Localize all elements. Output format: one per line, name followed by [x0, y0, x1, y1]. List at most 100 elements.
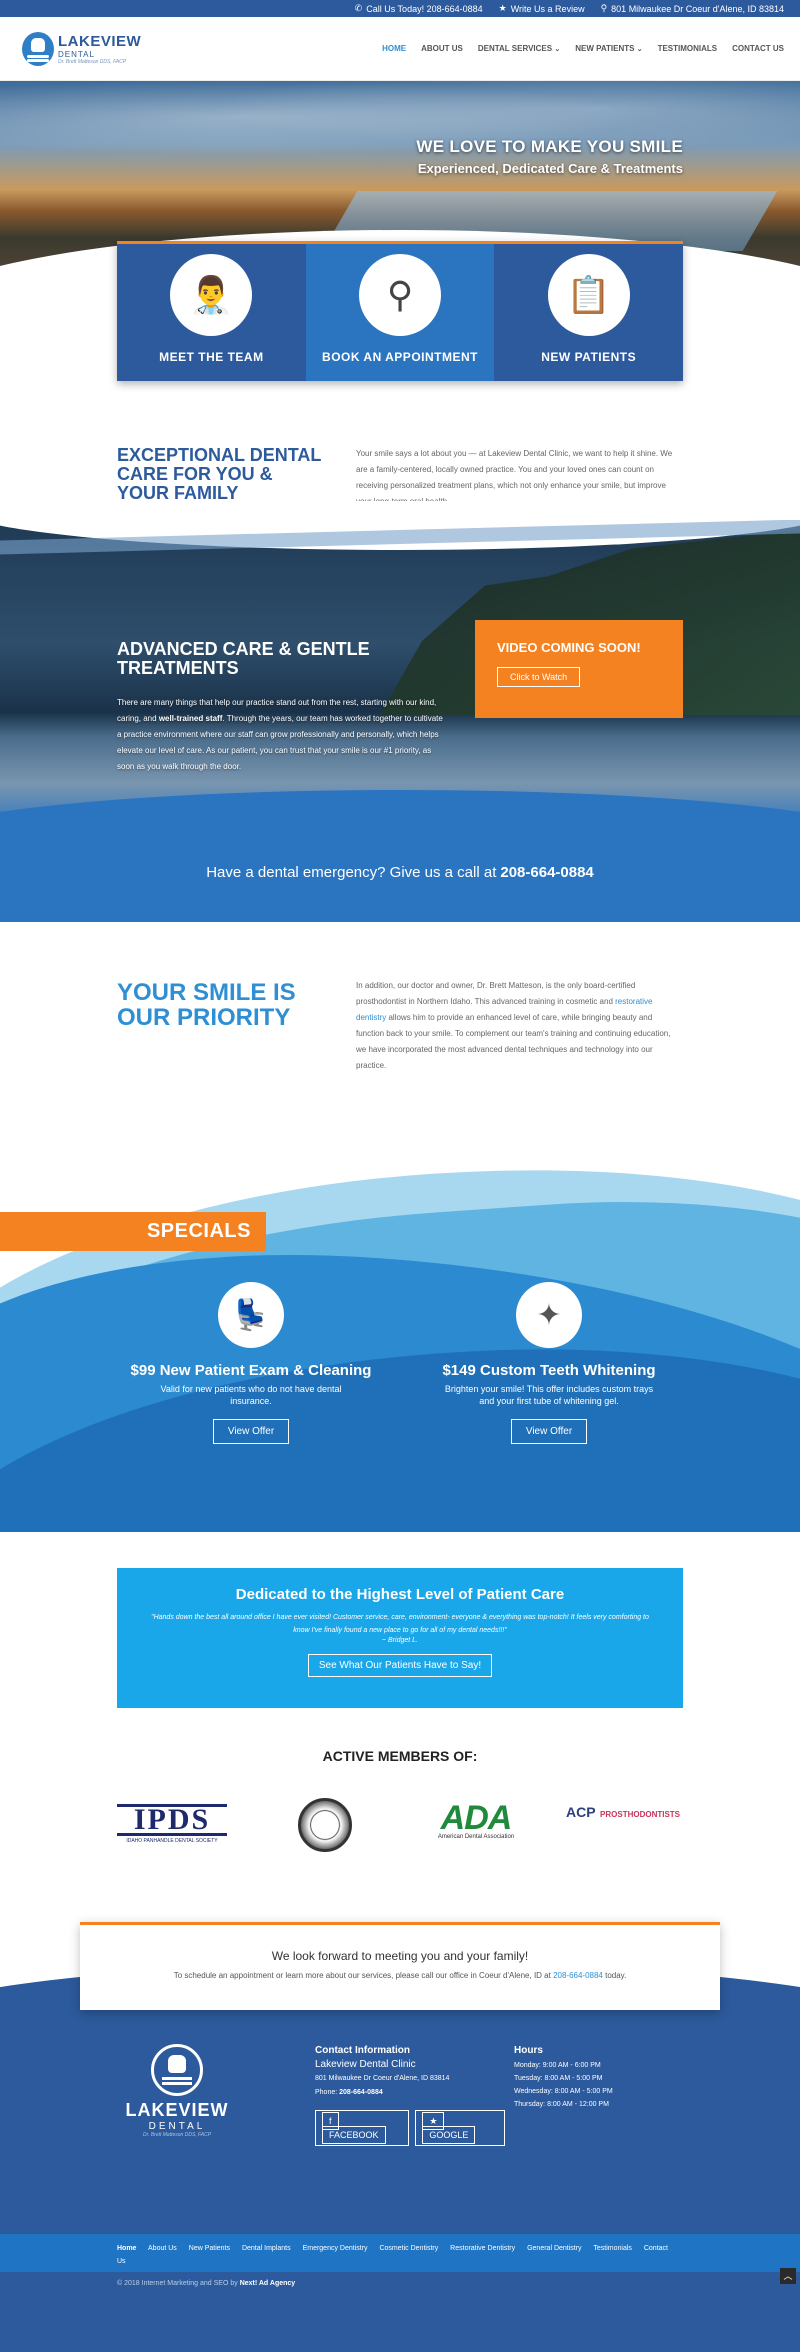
clinic-name: Lakeview Dental Clinic — [315, 2059, 416, 2070]
footer-nav: Home About Us New Patients Dental Implan… — [0, 2234, 800, 2272]
priority-text: In addition, our doctor and owner, Dr. B… — [356, 981, 671, 1070]
specials-section: SPECIALS 💺 $99 New Patient Exam & Cleani… — [0, 1152, 800, 1532]
nav-item-testimonials[interactable]: TESTIMONIALS — [658, 44, 718, 53]
map-pin-icon: ⚲ — [600, 3, 608, 13]
footer-link-home[interactable]: Home — [117, 2245, 136, 2252]
call-link[interactable]: ✆ Call Us Today! 208-664-0884 — [355, 3, 483, 14]
dental-tools-icon: ⚲ — [359, 254, 441, 336]
hero-subtitle: Experienced, Dedicated Care & Treatments — [417, 161, 683, 176]
site-logo[interactable]: LAKEVIEW DENTAL Dr. Brett Matteson DDS, … — [22, 31, 142, 66]
offer-desc: Valid for new patients who do not have d… — [160, 1384, 342, 1406]
site-footer: We look forward to meeting you and your … — [0, 1922, 800, 2352]
testimonial-box: Dedicated to the Highest Level of Patien… — [117, 1568, 683, 1708]
chevron-down-icon: ⌄ — [636, 46, 643, 53]
footer-link-testimonials[interactable]: Testimonials — [593, 2245, 632, 2252]
footer-link-cosmetic[interactable]: Cosmetic Dentistry — [379, 2245, 438, 2252]
footer-link-dental-implants[interactable]: Dental Implants — [242, 2245, 291, 2252]
offer-title: $99 New Patient Exam & Cleaning — [130, 1362, 372, 1379]
hours-heading: Hours — [514, 2045, 543, 2056]
main-nav: HOME ABOUT US DENTAL SERVICES ⌄ NEW PATI… — [382, 44, 784, 53]
footer-link-about[interactable]: About Us — [148, 2245, 177, 2252]
footer-link-restorative[interactable]: Restorative Dentistry — [450, 2245, 515, 2252]
card-book-appointment[interactable]: ⚲ BOOK AN APPOINTMENT — [305, 244, 495, 381]
brand-sub: DENTAL — [58, 49, 95, 59]
hours-row: Monday: 9:00 AM - 6:00 PM — [514, 2062, 601, 2069]
ipds-logo: IPDS IDAHO PANHANDLE DENTAL SOCIETY — [117, 1804, 227, 1844]
nav-item-contact[interactable]: CONTACT US — [732, 44, 784, 53]
footer-contact: Contact Information Lakeview Dental Clin… — [315, 2044, 505, 2146]
view-offer-button[interactable]: View Offer — [510, 1419, 588, 1444]
review-link[interactable]: ★ Write Us a Review — [499, 3, 585, 14]
social-links: f FACEBOOK ★ GOOGLE — [315, 2110, 505, 2146]
phone-icon: ✆ — [354, 3, 363, 13]
priority-heading: YOUR SMILE IS OUR PRIORITY — [117, 979, 296, 1031]
watch-video-button[interactable]: Click to Watch — [497, 667, 581, 687]
offer-desc: Brighten your smile! This offer includes… — [444, 1384, 654, 1406]
footer-phone: Phone: 208-664-0884 — [315, 2089, 383, 2096]
scroll-to-top-button[interactable]: ︿ — [780, 2268, 796, 2284]
footer-link-emergency[interactable]: Emergency Dentistry — [303, 2245, 368, 2252]
footer-hours: Hours Monday: 9:00 AM - 6:00 PM Tuesday:… — [514, 2044, 694, 2111]
hours-row: Wednesday: 8:00 AM - 5:00 PM — [514, 2088, 613, 2095]
offer-title: $149 Custom Teeth Whitening — [442, 1362, 656, 1379]
footer-address: 801 Milwaukee Dr Coeur d'Alene, ID 83814 — [315, 2075, 450, 2082]
top-bar: ✆ Call Us Today! 208-664-0884 ★ Write Us a… — [0, 0, 800, 17]
see-testimonials-button[interactable]: See What Our Patients Have to Say! — [307, 1654, 493, 1677]
view-offer-button[interactable]: View Offer — [212, 1419, 290, 1444]
ada-logo: ADA American Dental Association — [437, 1799, 515, 1840]
nav-item-home[interactable]: HOME — [382, 44, 406, 53]
dental-seal-logo — [298, 1798, 352, 1852]
contact-heading: Contact Information — [315, 2045, 410, 2056]
footer-logo[interactable]: LAKEVIEW DENTAL Dr. Brett Matteson DDS, … — [117, 2044, 237, 2138]
emergency-phone[interactable]: 208-664-0884 — [500, 864, 593, 881]
video-title: VIDEO COMING SOON! — [497, 640, 641, 655]
card-meet-team[interactable]: 👨‍⚕ MEET THE TEAM — [117, 244, 306, 381]
tooth-logo-icon — [22, 31, 54, 66]
site-header: LAKEVIEW DENTAL Dr. Brett Matteson DDS, … — [0, 17, 800, 81]
advanced-care-section: ADVANCED CARE & GENTLE TREATMENTS There … — [0, 520, 800, 830]
nav-item-new-patients[interactable]: NEW PATIENTS ⌄ — [575, 44, 642, 53]
tooth-logo-icon — [151, 2044, 203, 2096]
star-icon: ★ — [498, 3, 507, 13]
facebook-button[interactable]: f FACEBOOK — [315, 2110, 410, 2146]
footer-link-new-patients[interactable]: New Patients — [189, 2245, 230, 2252]
brand-name: LAKEVIEW — [58, 32, 142, 50]
chevron-down-icon: ⌄ — [554, 46, 561, 53]
dental-chair-icon: 💺 — [218, 1282, 284, 1348]
priority-section: YOUR SMILE IS OUR PRIORITY In addition, … — [0, 922, 800, 1152]
hero-title: WE LOVE TO MAKE YOU SMILE — [416, 137, 683, 156]
emergency-banner: Have a dental emergency? Give us a call … — [0, 822, 800, 922]
cta-title: We look forward to meeting you and your … — [271, 1949, 529, 1963]
sparkling-tooth-icon: ✦ — [516, 1282, 582, 1348]
nav-item-dental-services[interactable]: DENTAL SERVICES ⌄ — [478, 44, 560, 53]
testimonial-quote: "Hands down the best all around office I… — [151, 1614, 649, 1634]
acp-logo: ACP PROSTHODONTISTS — [566, 1804, 681, 1820]
doctor-icon: 👨‍⚕ — [170, 254, 253, 336]
members-heading: ACTIVE MEMBERS OF: — [322, 1748, 478, 1764]
testimonial-title: Dedicated to the Highest Level of Patien… — [235, 1586, 565, 1603]
brand-tagline: Dr. Brett Matteson DDS, FACP — [58, 58, 127, 65]
member-logos: IPDS IDAHO PANHANDLE DENTAL SOCIETY ADA … — [0, 1792, 800, 1922]
hours-row: Thursday: 8:00 AM - 12:00 PM — [514, 2101, 609, 2108]
testimonial-section: Dedicated to the Highest Level of Patien… — [0, 1532, 800, 1792]
video-box: VIDEO COMING SOON! Click to Watch — [475, 620, 683, 718]
footer-link-general[interactable]: General Dentistry — [527, 2245, 581, 2252]
cta-text: To schedule an appointment or learn more… — [173, 1971, 627, 1980]
intro-heading: EXCEPTIONAL DENTAL CARE FOR YOU & YOUR F… — [117, 445, 322, 503]
feature-cards: 👨‍⚕ MEET THE TEAM ⚲ BOOK AN APPOINTMENT … — [117, 241, 684, 381]
offer-card: ✦ $149 Custom Teeth Whitening Brighten y… — [424, 1282, 674, 1444]
card-new-patients[interactable]: 📋 NEW PATIENTS — [494, 244, 684, 381]
advanced-heading: ADVANCED CARE & GENTLE TREATMENTS — [117, 639, 370, 678]
testimonial-author: ~ Bridget L. — [382, 1637, 418, 1644]
google-button[interactable]: ★ GOOGLE — [415, 2110, 505, 2146]
clipboard-icon: 📋 — [547, 254, 630, 336]
nav-item-about[interactable]: ABOUT US — [421, 44, 463, 53]
copyright: © 2018 Internet Marketing and SEO by Nex… — [0, 2272, 800, 2302]
cta-box: We look forward to meeting you and your … — [80, 1922, 720, 2010]
address-link[interactable]: ⚲ 801 Milwaukee Dr Coeur d'Alene, ID 8381… — [601, 3, 784, 14]
chevron-up-icon: ︿ — [783, 2271, 793, 2281]
advanced-text: There are many things that help our prac… — [117, 698, 443, 771]
agency-link[interactable]: Next! Ad Agency — [240, 2280, 296, 2287]
cta-phone-link[interactable]: 208-664-0884 — [553, 1971, 603, 1980]
intro-text: Your smile says a lot about you — at Lak… — [356, 449, 673, 501]
